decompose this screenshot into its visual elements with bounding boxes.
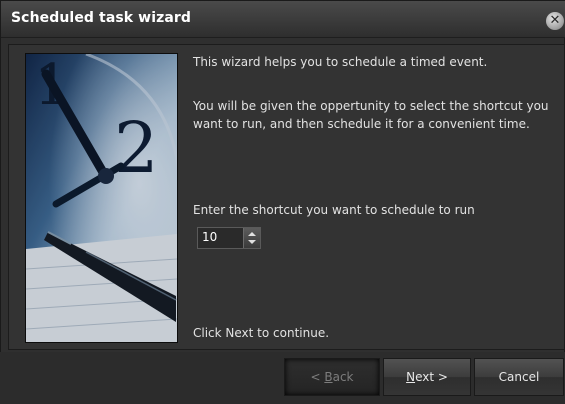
description-line-2: want to run, and then schedule it for a … bbox=[193, 117, 530, 131]
close-icon[interactable]: ✕ bbox=[546, 12, 564, 30]
next-access-key: N bbox=[406, 370, 416, 384]
back-prefix: < bbox=[310, 370, 325, 384]
window-title: Scheduled task wizard bbox=[11, 10, 192, 26]
spinner-buttons[interactable] bbox=[243, 228, 260, 248]
continue-hint: Click Next to continue. bbox=[193, 326, 330, 340]
intro-text: This wizard helps you to schedule a time… bbox=[193, 55, 488, 69]
shortcut-spinner[interactable]: 10 bbox=[197, 227, 261, 249]
shortcut-value[interactable]: 10 bbox=[202, 230, 217, 244]
description-line-1: You will be given the oppertunity to sel… bbox=[193, 99, 549, 113]
arrow-down-icon[interactable] bbox=[248, 240, 256, 244]
shortcut-prompt: Enter the shortcut you want to schedule … bbox=[193, 203, 475, 217]
next-button[interactable]: Next > bbox=[383, 358, 471, 396]
cancel-button[interactable]: Cancel bbox=[474, 358, 564, 396]
back-button[interactable]: < Back bbox=[284, 358, 380, 396]
next-rest: ext > bbox=[415, 370, 448, 384]
clock-pen-image: 1 2 bbox=[25, 53, 178, 343]
back-rest: ack bbox=[332, 370, 354, 384]
arrow-up-icon[interactable] bbox=[248, 232, 256, 236]
back-access-key: B bbox=[324, 370, 333, 384]
title-bar[interactable]: Scheduled task wizard ✕ bbox=[1, 1, 565, 38]
wizard-panel: 1 2 This wizard helps you to schedule a … bbox=[8, 44, 565, 350]
